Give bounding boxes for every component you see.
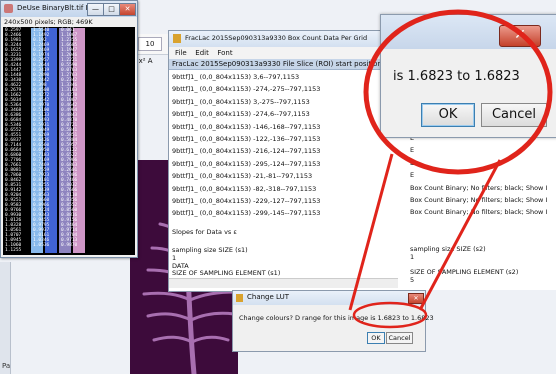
imagej-icon bbox=[4, 4, 13, 13]
maximize-button[interactable]: □ bbox=[103, 3, 120, 16]
java-icon bbox=[173, 34, 181, 43]
lut-table: 0.2597 1.5540 0.061 0.2466 1.1492 1.1067 0.198… bbox=[3, 27, 135, 255]
table-header: FracLac 2015Sep090313a9330 File Slice (R… bbox=[169, 59, 399, 70]
lower-row: SIZE OF SAMPLING ELEMENT (s1) bbox=[172, 269, 281, 278]
table-row[interactable]: 9bttf]1_ (0,0_804x1153) 3,6--797,1153 bbox=[172, 73, 299, 81]
lower-row-right: SIZE OF SAMPLING ELEMENT (s2) bbox=[410, 268, 519, 277]
lut-cell: 0.9870 bbox=[61, 243, 78, 248]
lut-cell: 1.0536 bbox=[33, 243, 50, 248]
font-size-box[interactable]: 10 bbox=[138, 37, 162, 51]
lower-row: 1 bbox=[172, 253, 177, 262]
table-row[interactable]: 9bttf]1_ (0,0_804x1153) -146,-168--797,1… bbox=[172, 123, 320, 131]
image-info: 240x500 pixels; RGB; 469K bbox=[4, 18, 93, 26]
page-indicator: Pa bbox=[2, 362, 11, 370]
dialog-message: Change colours? D range for this image i… bbox=[239, 314, 434, 322]
table-row[interactable]: 9bttf]1_ (0,0_804x1153) -299,-145--797,1… bbox=[172, 209, 320, 217]
table-row-right[interactable]: E bbox=[410, 146, 414, 154]
table-row-right[interactable]: E bbox=[410, 171, 414, 179]
table-row[interactable]: 9bttf]1_ (0,0_804x1153) -122,-136--797,1… bbox=[172, 135, 320, 143]
close-button[interactable]: ✕ bbox=[119, 3, 136, 16]
table-row[interactable]: 9bttf]1_ (0,0_804x1153) -216,-124--797,1… bbox=[172, 147, 320, 155]
lower-row: sampling size SIZE (s1) bbox=[172, 246, 248, 254]
table-row-right[interactable]: Box Count Binary; No filters; black; Sho… bbox=[410, 196, 547, 204]
dialog-message: is 1.6823 to 1.6823 bbox=[393, 69, 520, 84]
table-row[interactable]: 9bttf]1_ (0,0_804x1153) -295,-124--797,1… bbox=[172, 160, 320, 168]
slopes-label: Slopes for Data vs ε bbox=[172, 228, 237, 236]
change-lut-titlebar[interactable]: Change LUT ✕ bbox=[233, 291, 425, 305]
minimize-button[interactable]: — bbox=[87, 3, 104, 16]
java-icon bbox=[236, 294, 243, 302]
table-row[interactable]: 9bttf]1_ (0,0_804x1153) 3,-275--797,1153 bbox=[172, 98, 310, 106]
table-row[interactable]: 9bttf]1_ (0,0_804x1153) -274,-275--797,1… bbox=[172, 85, 320, 93]
horizontal-scrollbar[interactable] bbox=[169, 278, 399, 288]
fraclac-titlebar[interactable]: FracLac 2015Sep090313a9330 Box Count Dat… bbox=[169, 31, 399, 47]
table-row[interactable]: 9bttf]1_ (0,0_804x1153) -82,-318--797,11… bbox=[172, 185, 316, 193]
change-lut-title: Change LUT bbox=[247, 293, 289, 301]
menu-file[interactable]: File bbox=[175, 47, 187, 59]
lut-window: DeUse BinaryBlt.tif Le... — □ ✕ 240x500 … bbox=[0, 0, 138, 258]
lower-row-right: 5 bbox=[410, 276, 415, 285]
table-row[interactable]: 9bttf]1_ (0,0_804x1153) -229,-127--797,1… bbox=[172, 197, 320, 205]
close-button[interactable]: ✕ bbox=[408, 293, 424, 304]
menu-edit[interactable]: Edit bbox=[195, 47, 209, 59]
ok-button[interactable]: OK bbox=[367, 332, 385, 344]
lower-row: DATA bbox=[172, 261, 189, 270]
fraclac-menubar: File Edit Font bbox=[169, 47, 399, 59]
change-lut-dialog: Change LUT ✕ Change colours? D range for… bbox=[232, 290, 434, 352]
table-row[interactable]: 9bttf]1_ (0,0_804x1153) -21,-81--797,115… bbox=[172, 172, 312, 180]
vertical-ruler bbox=[0, 262, 11, 374]
lut-window-titlebar[interactable]: DeUse BinaryBlt.tif Le... — □ ✕ bbox=[1, 1, 137, 17]
zoomed-confirm-dialog: ✕ is 1.6823 to 1.6823 OK Cancel bbox=[380, 14, 556, 138]
table-row-right[interactable]: Box Count Binary; No filters; black; Sho… bbox=[410, 184, 547, 192]
fraclac-window: FracLac 2015Sep090313a9330 Box Count Dat… bbox=[168, 30, 400, 292]
lower-row-right: 1 bbox=[410, 252, 415, 261]
lut-cell: 1.1255 bbox=[5, 248, 22, 253]
cancel-button[interactable]: Cancel bbox=[481, 103, 547, 127]
lower-row-right: sampling size SIZE (s2) bbox=[410, 245, 486, 253]
fraclac-title: FracLac 2015Sep090313a9330 Box Count Dat… bbox=[185, 34, 368, 42]
ok-button[interactable]: OK bbox=[421, 103, 475, 127]
zoomed-dialog-titlebar: ✕ bbox=[381, 15, 556, 49]
table-row-right[interactable]: Box Count Binary; No filters; black; Sho… bbox=[410, 208, 547, 216]
menu-font[interactable]: Font bbox=[217, 47, 232, 59]
close-button[interactable]: ✕ bbox=[499, 25, 541, 47]
cancel-button[interactable]: Cancel bbox=[386, 332, 413, 344]
table-row-right[interactable]: E bbox=[410, 159, 414, 167]
table-row[interactable]: 9bttf]1_ (0,0_804x1153) -274,6--797,1153 bbox=[172, 110, 310, 118]
